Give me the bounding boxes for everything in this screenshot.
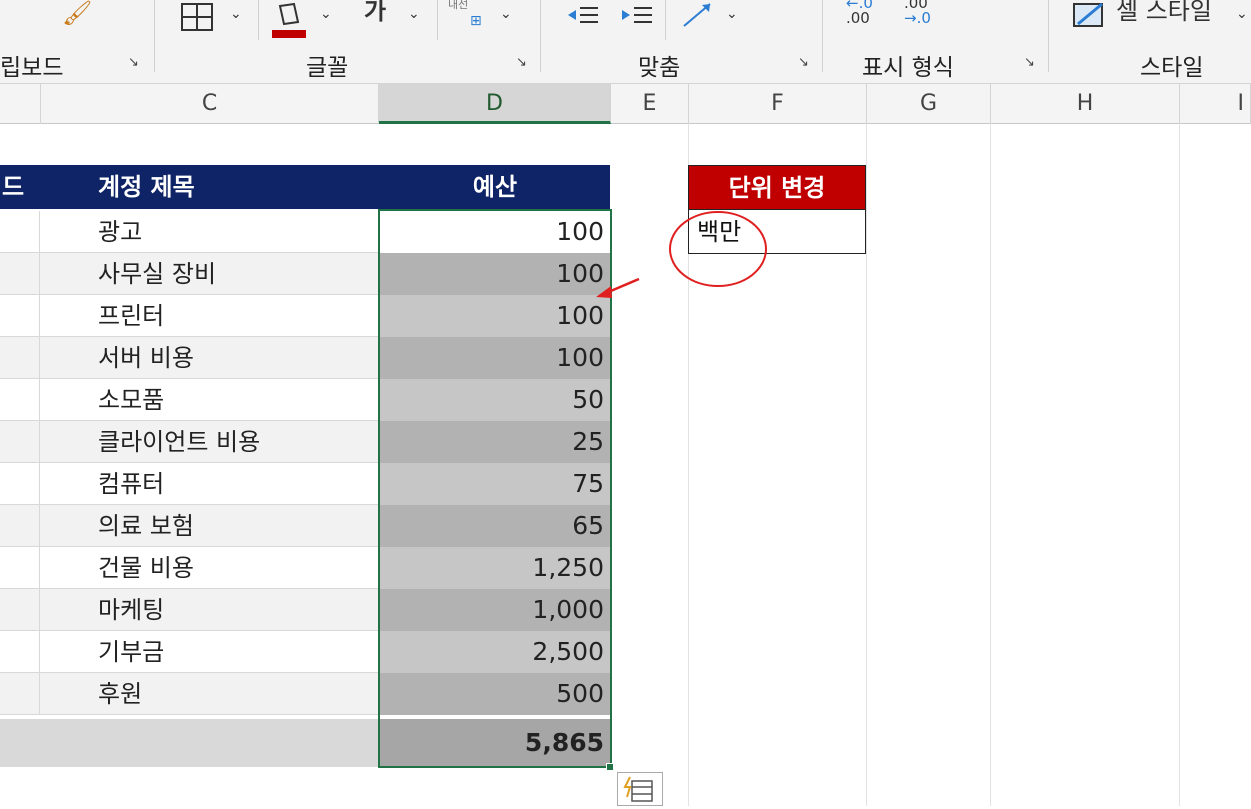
annotation-layer bbox=[596, 211, 767, 298]
arrow-head-icon bbox=[596, 286, 612, 298]
highlight-circle bbox=[669, 211, 767, 287]
